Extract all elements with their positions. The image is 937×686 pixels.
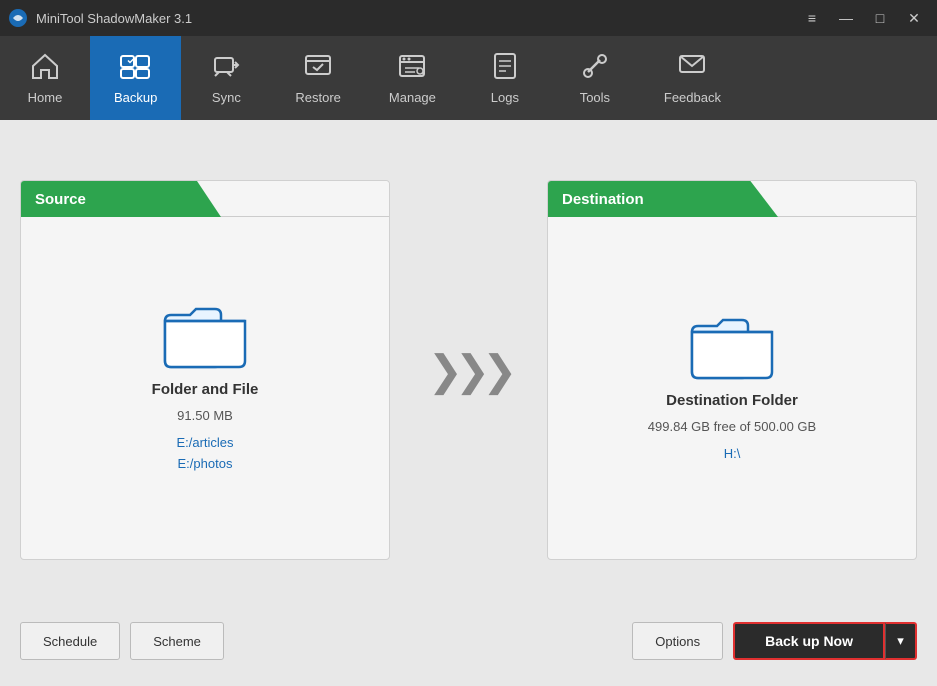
source-size: 91.50 MB bbox=[177, 408, 233, 423]
source-panel[interactable]: Source Folder and File 91.50 MB E:/artic… bbox=[20, 180, 390, 560]
destination-size: 499.84 GB free of 500.00 GB bbox=[648, 419, 816, 434]
source-paths: E:/articles E:/photos bbox=[176, 433, 233, 475]
nav-label-manage: Manage bbox=[389, 90, 436, 105]
source-header-bg: Source bbox=[21, 181, 221, 217]
nav-label-tools: Tools bbox=[580, 90, 610, 105]
nav-label-backup: Backup bbox=[114, 90, 157, 105]
backup-now-button[interactable]: Back up Now bbox=[733, 622, 885, 660]
source-path-1: E:/articles bbox=[176, 433, 233, 454]
nav-item-tools[interactable]: Tools bbox=[550, 36, 640, 120]
destination-header-row: Destination bbox=[548, 181, 916, 217]
nav-item-backup[interactable]: Backup bbox=[90, 36, 181, 120]
destination-header-label: Destination bbox=[562, 191, 644, 208]
feedback-icon bbox=[677, 52, 707, 84]
bottom-bar: Schedule Scheme Options Back up Now ▾ bbox=[20, 616, 917, 666]
nav-item-sync[interactable]: Sync bbox=[181, 36, 271, 120]
nav-label-restore: Restore bbox=[295, 90, 341, 105]
arrow-section: ❯❯❯ bbox=[390, 346, 547, 395]
nav-item-logs[interactable]: Logs bbox=[460, 36, 550, 120]
source-folder-icon bbox=[160, 301, 250, 371]
menu-button[interactable]: ≡ bbox=[797, 6, 827, 30]
app-title: MiniTool ShadowMaker 3.1 bbox=[36, 11, 192, 26]
close-button[interactable]: ✕ bbox=[899, 6, 929, 30]
restore-icon bbox=[303, 52, 333, 84]
nav-label-feedback: Feedback bbox=[664, 90, 721, 105]
nav-bar: Home Backup Sync bbox=[0, 36, 937, 120]
source-body: Folder and File 91.50 MB E:/articles E:/… bbox=[21, 217, 389, 559]
minimize-button[interactable]: — bbox=[831, 6, 861, 30]
destination-header-bg: Destination bbox=[548, 181, 778, 217]
destination-title: Destination Folder bbox=[666, 392, 798, 409]
nav-label-sync: Sync bbox=[212, 90, 241, 105]
source-header-row: Source bbox=[21, 181, 389, 217]
bottom-left: Schedule Scheme bbox=[20, 622, 224, 660]
source-path-2: E:/photos bbox=[176, 454, 233, 475]
title-bar: MiniTool ShadowMaker 3.1 ≡ — □ ✕ bbox=[0, 0, 937, 36]
panels-row: Source Folder and File 91.50 MB E:/artic… bbox=[20, 140, 917, 600]
window-controls: ≡ — □ ✕ bbox=[797, 6, 929, 30]
arrow-icon: ❯❯❯ bbox=[428, 346, 510, 395]
source-title: Folder and File bbox=[152, 381, 259, 398]
nav-item-manage[interactable]: Manage bbox=[365, 36, 460, 120]
destination-folder-icon bbox=[687, 312, 777, 382]
app-logo bbox=[8, 8, 28, 28]
source-header-label: Source bbox=[35, 191, 86, 208]
nav-label-home: Home bbox=[28, 90, 63, 105]
manage-icon bbox=[397, 52, 427, 84]
home-icon bbox=[30, 52, 60, 84]
tools-icon bbox=[580, 52, 610, 84]
nav-item-home[interactable]: Home bbox=[0, 36, 90, 120]
backup-icon bbox=[119, 52, 153, 84]
nav-item-restore[interactable]: Restore bbox=[271, 36, 365, 120]
main-content: Source Folder and File 91.50 MB E:/artic… bbox=[0, 120, 937, 686]
nav-label-logs: Logs bbox=[491, 90, 519, 105]
title-bar-left: MiniTool ShadowMaker 3.1 bbox=[8, 8, 192, 28]
destination-body: Destination Folder 499.84 GB free of 500… bbox=[548, 217, 916, 559]
maximize-button[interactable]: □ bbox=[865, 6, 895, 30]
dropdown-arrow-icon: ▾ bbox=[897, 633, 904, 649]
scheme-button[interactable]: Scheme bbox=[130, 622, 224, 660]
logs-icon bbox=[490, 52, 520, 84]
backup-dropdown-button[interactable]: ▾ bbox=[885, 622, 917, 660]
sync-icon bbox=[211, 52, 241, 84]
nav-item-feedback[interactable]: Feedback bbox=[640, 36, 745, 120]
destination-panel[interactable]: Destination Destination Folder 499.84 GB… bbox=[547, 180, 917, 560]
destination-path: H:\ bbox=[724, 444, 741, 465]
bottom-right: Options Back up Now ▾ bbox=[632, 622, 917, 660]
schedule-button[interactable]: Schedule bbox=[20, 622, 120, 660]
options-button[interactable]: Options bbox=[632, 622, 723, 660]
